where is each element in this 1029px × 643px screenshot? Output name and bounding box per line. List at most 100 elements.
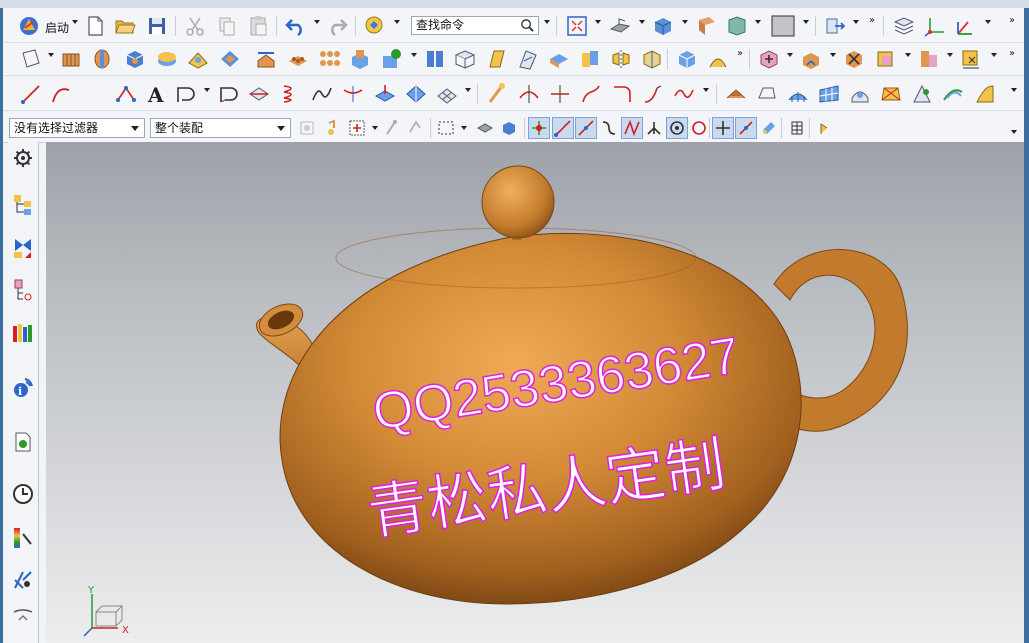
save-icon[interactable] xyxy=(145,14,169,38)
selection-bar-dropdown-arrow[interactable] xyxy=(1011,130,1017,134)
clip-section-icon[interactable] xyxy=(725,14,749,38)
thicken-icon[interactable] xyxy=(578,47,602,71)
replace-face-icon[interactable] xyxy=(757,47,781,71)
section-view-icon[interactable] xyxy=(695,14,719,38)
background-dropdown-arrow[interactable] xyxy=(803,20,809,24)
start-dropdown-arrow[interactable] xyxy=(72,20,78,24)
redo-icon[interactable] xyxy=(325,14,349,38)
part-navigator-icon[interactable] xyxy=(11,278,35,302)
resource-bar-more-icon[interactable] xyxy=(11,604,35,628)
assembly-navigator-icon[interactable] xyxy=(11,192,35,216)
cut-icon[interactable] xyxy=(183,14,207,38)
delete-face-icon[interactable] xyxy=(842,47,866,71)
face-blend-icon[interactable] xyxy=(973,82,997,106)
select-components-icon[interactable] xyxy=(406,118,426,138)
derived-curve-icon[interactable] xyxy=(486,82,510,106)
paste-icon[interactable] xyxy=(246,14,270,38)
hole-dropdown-arrow[interactable] xyxy=(411,53,417,57)
snap-mid-point-icon[interactable] xyxy=(575,117,597,139)
nx-start-icon[interactable] xyxy=(17,14,41,38)
intersect-icon[interactable] xyxy=(218,47,242,71)
sweep-icon[interactable] xyxy=(516,47,540,71)
offset-curve-dropdown-arrow[interactable] xyxy=(204,88,210,92)
wcs-dropdown-arrow[interactable] xyxy=(985,20,991,24)
offset-face-icon[interactable] xyxy=(348,47,372,71)
smooth-curve-icon[interactable] xyxy=(672,82,696,106)
snap-point-icon[interactable] xyxy=(347,118,367,138)
draft-icon[interactable] xyxy=(453,47,477,71)
clip-section-dropdown-arrow[interactable] xyxy=(755,20,761,24)
shell-icon[interactable] xyxy=(423,47,447,71)
bounded-plane-icon[interactable] xyxy=(755,82,779,106)
extend-sheet-icon[interactable] xyxy=(941,82,965,106)
pattern-geometry-icon[interactable] xyxy=(317,47,341,71)
fit-view-icon[interactable] xyxy=(565,14,589,38)
block-icon[interactable] xyxy=(123,47,147,71)
linear-dimension-icon[interactable] xyxy=(959,47,983,71)
revolve-icon[interactable] xyxy=(90,47,114,71)
split-body-icon[interactable] xyxy=(640,47,664,71)
rendering-style-dropdown-arrow[interactable] xyxy=(639,20,645,24)
pattern-feature-icon[interactable] xyxy=(286,47,310,71)
offset-curve-icon[interactable] xyxy=(174,82,198,106)
edge-blend-icon[interactable] xyxy=(254,47,278,71)
replace-face-dropdown-arrow[interactable] xyxy=(787,53,793,57)
snap-existing-point-icon[interactable] xyxy=(528,117,550,139)
toolbar-overflow-chevron-right[interactable]: ›› xyxy=(1009,15,1015,26)
sketch-icon[interactable] xyxy=(19,47,43,71)
hd3d-tools-icon[interactable]: i xyxy=(11,376,35,400)
general-selection-filter-icon[interactable] xyxy=(297,118,317,138)
command-finder-dropdown-arrow[interactable] xyxy=(544,20,550,24)
select-feature-icon[interactable] xyxy=(326,118,346,138)
select-method-dropdown-arrow[interactable] xyxy=(461,126,467,130)
extract-geometry-icon[interactable] xyxy=(485,47,509,71)
trim-body-icon[interactable] xyxy=(547,47,571,71)
touch-mode-icon[interactable] xyxy=(363,14,387,38)
through-curve-mesh-icon[interactable] xyxy=(817,82,841,106)
fit-view-dropdown-arrow[interactable] xyxy=(595,20,601,24)
helix-icon[interactable] xyxy=(279,82,303,106)
mesh-curve-icon[interactable] xyxy=(435,82,459,106)
snap-point-on-curve-icon[interactable] xyxy=(689,118,709,138)
body-filter-icon[interactable] xyxy=(499,118,519,138)
sketch-dropdown-arrow[interactable] xyxy=(48,53,54,57)
curve-length-icon[interactable] xyxy=(641,82,665,106)
layer-settings-icon[interactable] xyxy=(892,14,916,38)
offset-region-dropdown-arrow[interactable] xyxy=(947,53,953,57)
face-blend-dropdown-arrow[interactable] xyxy=(1011,88,1017,92)
unite-icon[interactable] xyxy=(155,47,179,71)
mirror-feature-icon[interactable] xyxy=(609,47,633,71)
extend-curve-icon[interactable] xyxy=(579,82,603,106)
trim-sheet-icon[interactable] xyxy=(910,82,934,106)
text-icon[interactable]: A xyxy=(144,82,168,106)
hole-icon[interactable] xyxy=(380,47,404,71)
linear-dimension-dropdown-arrow[interactable] xyxy=(991,53,997,57)
point-set-icon[interactable] xyxy=(114,82,138,106)
reuse-library-icon[interactable] xyxy=(11,320,35,344)
constraint-navigator-icon[interactable] xyxy=(11,236,35,260)
rectangle-select-icon[interactable] xyxy=(436,118,456,138)
snap-dropdown-arrow[interactable] xyxy=(372,126,378,130)
intersection-curve-icon[interactable] xyxy=(247,82,271,106)
snap-control-point-icon[interactable] xyxy=(599,118,619,138)
shaded-body-dropdown-arrow[interactable] xyxy=(682,20,688,24)
extrude-icon[interactable] xyxy=(59,47,83,71)
feature-toolbar-overflow-chevron[interactable]: ›› xyxy=(737,48,743,59)
resize-face-dropdown-arrow[interactable] xyxy=(905,53,911,57)
mesh-curve-dropdown-arrow[interactable] xyxy=(465,88,471,92)
infer-point-icon[interactable] xyxy=(383,118,403,138)
subtract-icon[interactable] xyxy=(186,47,210,71)
split-curve-icon[interactable] xyxy=(548,82,572,106)
touch-mode-dropdown-arrow[interactable] xyxy=(394,20,400,24)
roles-icon[interactable] xyxy=(11,568,35,592)
background-color-icon[interactable] xyxy=(770,14,796,38)
arc-icon[interactable] xyxy=(49,82,73,106)
project-curve-icon[interactable] xyxy=(217,82,241,106)
wcs-orient-icon[interactable] xyxy=(952,14,976,38)
snap-intersection-icon[interactable] xyxy=(621,117,643,139)
move-component-dropdown-arrow[interactable] xyxy=(853,20,859,24)
wrap-curve-icon[interactable] xyxy=(404,82,428,106)
project-to-face-icon[interactable] xyxy=(373,82,397,106)
copy-icon[interactable] xyxy=(215,14,239,38)
box-body-icon[interactable] xyxy=(675,47,699,71)
